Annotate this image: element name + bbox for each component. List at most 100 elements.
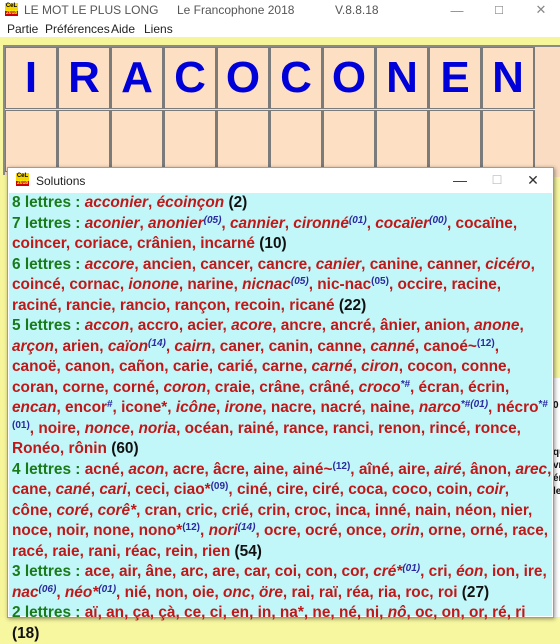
solution-word[interactable]: cocaïne (456, 215, 513, 232)
solution-word[interactable]: race (512, 522, 544, 539)
solution-word[interactable]: cor (342, 563, 365, 580)
solution-word[interactable]: noria (138, 420, 176, 437)
solution-word[interactable]: crié (222, 502, 249, 519)
solution-word[interactable]: acre (173, 461, 205, 478)
answer-slot[interactable] (217, 110, 270, 172)
solution-word[interactable]: na* (280, 604, 304, 621)
solution-word[interactable]: on (442, 604, 461, 621)
solutions-list[interactable]: 8 lettres : acconier, écoinçon (2) 7 lett… (9, 193, 552, 642)
solution-word[interactable]: oie (192, 584, 214, 601)
answer-slot[interactable] (58, 110, 111, 172)
solution-word[interactable]: rancie (66, 297, 111, 314)
solution-word[interactable]: ranci (333, 420, 370, 437)
solution-word[interactable]: cané (56, 481, 91, 498)
letter-tile[interactable]: C (270, 47, 323, 109)
solution-word[interactable]: renon (378, 420, 421, 437)
solution-word[interactable]: canné (370, 338, 414, 355)
solution-word[interactable]: ocré (305, 522, 338, 539)
solution-word[interactable]: nac (12, 584, 39, 601)
solution-word[interactable]: réac (125, 543, 157, 560)
solution-word[interactable]: cocon (407, 358, 452, 375)
solution-word[interactable]: réa (346, 584, 369, 601)
letter-tile[interactable]: I (5, 47, 58, 109)
solution-word[interactable]: once (346, 522, 382, 539)
solution-word[interactable]: aîné (359, 461, 390, 478)
answer-slot[interactable] (323, 110, 376, 172)
solution-word[interactable]: cairn (174, 338, 211, 355)
solution-word[interactable]: acné (85, 461, 120, 478)
solution-word[interactable]: carié (217, 358, 253, 375)
solution-word[interactable]: air (119, 563, 137, 580)
solution-word[interactable]: ânon (470, 461, 507, 478)
solution-word[interactable]: racé (12, 543, 44, 560)
letter-tile[interactable]: A (111, 47, 164, 109)
solution-word[interactable]: ace (85, 563, 111, 580)
solution-word[interactable]: ainé~ (293, 461, 333, 478)
solution-word[interactable]: canin (269, 338, 309, 355)
solution-word[interactable]: corê* (98, 502, 137, 519)
solution-word[interactable]: arçon (12, 338, 54, 355)
solution-word[interactable]: raie (52, 543, 79, 560)
solution-word[interactable]: coré (56, 502, 89, 519)
solution-word[interactable]: cric (186, 502, 213, 519)
solution-word[interactable]: aine (253, 461, 284, 478)
solution-word[interactable]: craie (215, 379, 251, 396)
solution-word[interactable]: ciré (312, 481, 339, 498)
solution-word[interactable]: ionone (128, 276, 178, 293)
answer-slot[interactable] (376, 110, 429, 172)
solution-word[interactable]: in (258, 604, 272, 621)
solution-word[interactable]: cañon (119, 358, 164, 375)
solution-word[interactable]: encan (12, 399, 56, 416)
solution-word[interactable]: none (93, 522, 130, 539)
answer-slot[interactable] (429, 110, 482, 172)
solution-word[interactable]: encor (65, 399, 107, 416)
solution-word[interactable]: arec (515, 461, 547, 478)
solution-word[interactable]: accon (85, 317, 129, 334)
solution-word[interactable]: orin (391, 522, 420, 539)
solution-word[interactable]: carie (173, 358, 209, 375)
solution-word[interactable]: crâne (259, 379, 300, 396)
solution-word[interactable]: néon (455, 502, 492, 519)
solution-word[interactable]: coco (392, 481, 428, 498)
close-button[interactable]: ✕ (524, 0, 558, 20)
solution-word[interactable]: ciné (237, 481, 268, 498)
solution-word[interactable]: an (106, 604, 124, 621)
solution-word[interactable]: cré* (373, 563, 402, 580)
solution-word[interactable]: coriace (74, 235, 128, 252)
solution-word[interactable]: noir (56, 522, 84, 539)
solution-word[interactable]: cancer (200, 256, 249, 273)
solution-word[interactable]: anion (425, 317, 466, 334)
solution-word[interactable]: nacré (320, 399, 361, 416)
solution-word[interactable]: ne (312, 604, 330, 621)
solution-word[interactable]: cocaïer (375, 215, 429, 232)
solution-word[interactable]: ciron (361, 358, 399, 375)
solution-word[interactable]: arien (62, 338, 99, 355)
solutions-maximize-button[interactable]: ☐ (482, 170, 512, 190)
solution-word[interactable]: nono* (139, 522, 183, 539)
solution-word[interactable]: carné (312, 358, 353, 375)
solution-word[interactable]: coron (163, 379, 206, 396)
solution-word[interactable]: icône (176, 399, 216, 416)
solution-word[interactable]: coir (477, 481, 505, 498)
solution-word[interactable]: acier (187, 317, 222, 334)
solution-word[interactable]: canne (317, 338, 361, 355)
solution-word[interactable]: crânien (137, 235, 192, 252)
solution-word[interactable]: öre (259, 584, 283, 601)
solution-word[interactable]: coran (12, 379, 54, 396)
solution-word[interactable]: cironné (293, 215, 349, 232)
solution-word[interactable]: nain (415, 502, 447, 519)
solution-word[interactable]: rincé (429, 420, 466, 437)
solution-word[interactable]: inca (335, 502, 366, 519)
solution-word[interactable]: aconier (85, 215, 140, 232)
letter-tile[interactable]: O (323, 47, 376, 109)
solution-word[interactable]: inné (375, 502, 407, 519)
solution-word[interactable]: or (469, 604, 484, 621)
solution-word[interactable]: crin (258, 502, 286, 519)
solution-word[interactable]: océan (185, 420, 229, 437)
solution-word[interactable]: coi (275, 563, 297, 580)
solution-word[interactable]: rônin (68, 440, 106, 457)
maximize-button[interactable]: ☐ (482, 0, 516, 20)
solution-word[interactable]: ceci (135, 481, 165, 498)
solution-word[interactable]: canoé~ (423, 338, 476, 355)
solution-word[interactable]: carne (262, 358, 303, 375)
